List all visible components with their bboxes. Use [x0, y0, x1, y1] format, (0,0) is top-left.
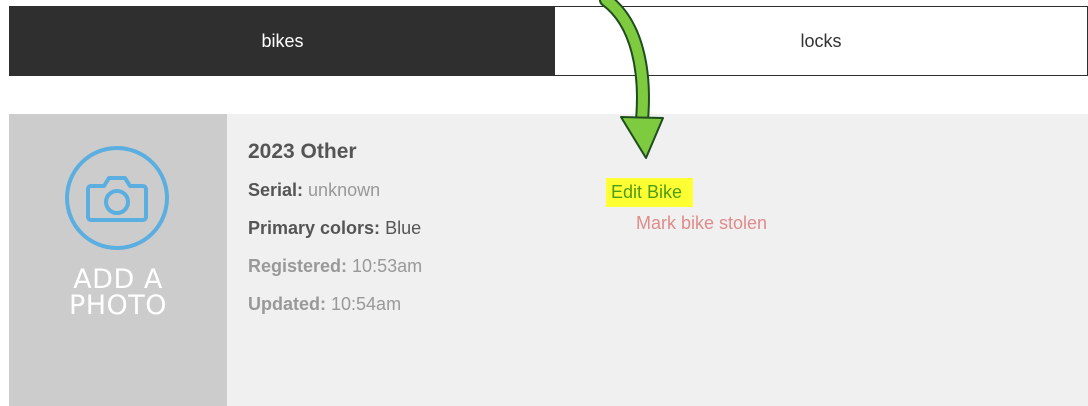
tab-bikes[interactable]: bikes	[10, 7, 555, 75]
primary-colors-value: Blue	[385, 218, 422, 238]
tab-bar: bikes locks	[9, 6, 1088, 76]
bike-card: ADD A PHOTO 2023 Other Serial: unknown P…	[9, 114, 1088, 406]
serial-value: unknown	[308, 180, 381, 200]
bike-title: 2023 Other	[248, 140, 357, 163]
registered-row: Registered: 10:53am	[248, 256, 422, 277]
camera-icon	[65, 146, 169, 250]
updated-label: Updated:	[248, 294, 326, 314]
primary-colors-label: Primary colors:	[248, 218, 381, 238]
registered-value: 10:53am	[352, 256, 423, 276]
updated-value: 10:54am	[331, 294, 402, 314]
bike-details: 2023 Other Serial: unknown Primary color…	[248, 140, 422, 332]
serial-row: Serial: unknown	[248, 180, 422, 201]
registered-label: Registered:	[248, 256, 348, 276]
mark-bike-stolen-link[interactable]: Mark bike stolen	[636, 213, 767, 234]
serial-label: Serial:	[248, 180, 304, 200]
updated-row: Updated: 10:54am	[248, 294, 422, 315]
add-photo-button[interactable]: ADD A PHOTO	[9, 114, 227, 406]
edit-bike-link[interactable]: Edit Bike	[606, 178, 694, 207]
bike-actions: Edit Bike Mark bike stolen	[606, 178, 767, 234]
primary-colors-row: Primary colors: Blue	[248, 218, 422, 239]
add-photo-label: ADD A PHOTO	[68, 264, 168, 321]
tab-locks[interactable]: locks	[555, 7, 1087, 75]
